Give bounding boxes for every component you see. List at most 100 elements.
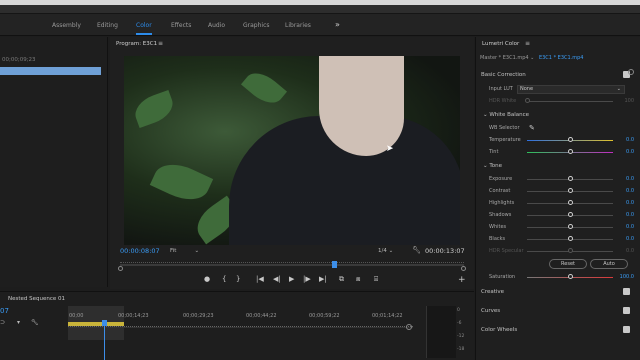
tone-label: Tone [489,163,503,169]
lumetri-title[interactable]: Lumetri Color [482,41,519,47]
fit-dropdown[interactable]: Fit ⌄ [170,248,199,254]
contrast-row: Contrast 0.0 [489,187,634,195]
hdr-white-label: HDR White [489,98,517,104]
tone-header[interactable]: ⌄ Tone [483,163,502,169]
step-back-icon[interactable]: ◀| [273,275,281,283]
reset-button[interactable]: Reset [549,259,587,269]
auto-button[interactable]: Auto [590,259,628,269]
scrubber-track[interactable] [120,264,464,266]
playhead-handle[interactable] [332,261,337,268]
temperature-knob[interactable] [568,137,573,142]
ruler-label: 00;00 [69,313,84,319]
temperature-label: Temperature [489,137,521,143]
input-lut-dropdown[interactable]: None ⌄ [517,85,625,94]
play-icon[interactable]: ▶ [289,275,294,283]
sequence-title[interactable]: Nested Sequence 01 [8,296,65,302]
tab-effects[interactable]: Effects [171,22,191,29]
current-timecode[interactable]: 00:00:08:07 [120,247,160,255]
ruler-label: 00;00;29;23 [183,313,214,319]
master-clip-label[interactable]: Master * E3C1.mp4 [480,55,529,61]
tab-audio[interactable]: Audio [208,22,225,29]
meter-label: -12 [457,334,465,339]
tab-assembly[interactable]: Assembly [52,22,81,29]
wb-selector-row: WB Selector ✎ [489,124,634,132]
tab-editing[interactable]: Editing [97,22,118,29]
snap-icon[interactable]: ⊃ [0,319,5,326]
timeline-zoom-handle[interactable] [406,324,412,330]
left-timecode: 00;00;09;23 [2,57,36,63]
transport-controls: ● { } |◀ ◀| ▶ |▶ ▶| ⧉ ⧈ ⌸ [200,275,460,287]
lumetri-menu-icon[interactable]: ≡ [525,40,530,47]
chevron-down-icon: ⌄ [194,248,200,254]
hdr-white-row: HDR White 100 [489,97,634,105]
tint-knob[interactable] [568,149,573,154]
hdr-specular-row: HDR Specular 0.0 [489,247,634,255]
blacks-row: Blacks 0.0 [489,235,634,243]
workspace-bar: Assembly Editing Color Effects Audio Gra… [0,14,640,36]
input-lut-label: Input LUT [489,86,513,92]
saturation-knob[interactable] [568,274,573,279]
extract-icon[interactable]: ⧈ [356,275,360,284]
shadows-knob[interactable] [568,212,573,217]
video-frame[interactable]: ➤ [124,56,460,245]
timeline-timecode[interactable]: 07 [0,307,9,315]
go-to-out-icon[interactable]: ▶| [319,275,327,283]
hdr-specular-knob [568,248,573,253]
blacks-label: Blacks [489,236,506,242]
mouse-cursor-icon: ➤ [386,144,394,154]
exposure-knob[interactable] [568,176,573,181]
ruler-label: 00;00;14;23 [118,313,149,319]
mark-in-icon[interactable]: { [222,275,226,283]
resolution-dropdown[interactable]: 1/4 ⌄ [378,248,393,254]
whites-row: Whites 0.0 [489,223,634,231]
basic-correction-header[interactable]: Basic Correction [481,72,526,78]
wrench-icon[interactable]: 🔧︎ [412,246,421,254]
mark-out-icon[interactable]: } [236,275,240,283]
whites-knob[interactable] [568,224,573,229]
left-clip-bar[interactable] [0,67,101,75]
creative-checkbox[interactable] [623,288,630,295]
blacks-knob[interactable] [568,236,573,241]
clip-selector[interactable]: Master * E3C1.mp4 ⌄ E3C1 * E3C1.mp4 [480,55,584,61]
tab-color[interactable]: Color [136,22,152,29]
step-forward-icon[interactable]: |▶ [303,275,311,283]
wrench-icon[interactable]: 🔧︎ [31,319,39,326]
tab-libraries[interactable]: Libraries [285,22,311,29]
scrubber-end-handle[interactable] [461,266,466,271]
contrast-knob[interactable] [568,188,573,193]
whites-label: Whites [489,224,507,230]
color-wheels-header[interactable]: Color Wheels [481,327,517,333]
marker-icon[interactable]: ▾ [17,319,20,326]
add-marker-icon[interactable]: ● [204,275,210,283]
leaf-shape [130,89,178,129]
wb-selector-label: WB Selector [489,125,520,131]
fit-label: Fit [170,248,177,254]
curves-checkbox[interactable] [623,307,630,314]
color-wheels-checkbox[interactable] [623,326,630,333]
sequence-clip-label[interactable]: E3C1 * E3C1.mp4 [539,55,584,61]
lift-icon[interactable]: ⧉ [339,275,344,284]
lumetri-scrollbar[interactable] [628,69,634,297]
export-frame-icon[interactable]: ⌸ [374,275,378,284]
work-area-bar[interactable] [68,322,124,326]
program-menu-icon[interactable]: ≡ [158,40,163,47]
hdr-specular-label: HDR Specular [489,248,524,254]
eyedropper-icon[interactable]: ✎ [529,124,535,132]
curves-header[interactable]: Curves [481,308,500,314]
go-to-in-icon[interactable]: |◀ [256,275,264,283]
temperature-row: Temperature 0.0 [489,136,634,144]
white-balance-header[interactable]: ⌄ White Balance [483,112,529,118]
creative-header[interactable]: Creative [481,289,504,295]
shadows-label: Shadows [489,212,512,218]
program-title[interactable]: Program: E3C1 [116,41,157,47]
scrubber-start-handle[interactable] [118,266,123,271]
more-workspaces-icon[interactable]: » [335,20,340,29]
tab-graphics[interactable]: Graphics [243,22,270,29]
title-bar [0,0,640,5]
lumetri-scroll-handle[interactable] [628,69,634,75]
program-scrubber[interactable] [118,260,466,271]
title-strip [0,0,640,14]
add-button[interactable]: + [458,275,466,285]
highlights-knob[interactable] [568,200,573,205]
lumetri-color-panel: Lumetri Color ≡ Master * E3C1.mp4 ⌄ E3C1… [475,37,640,360]
